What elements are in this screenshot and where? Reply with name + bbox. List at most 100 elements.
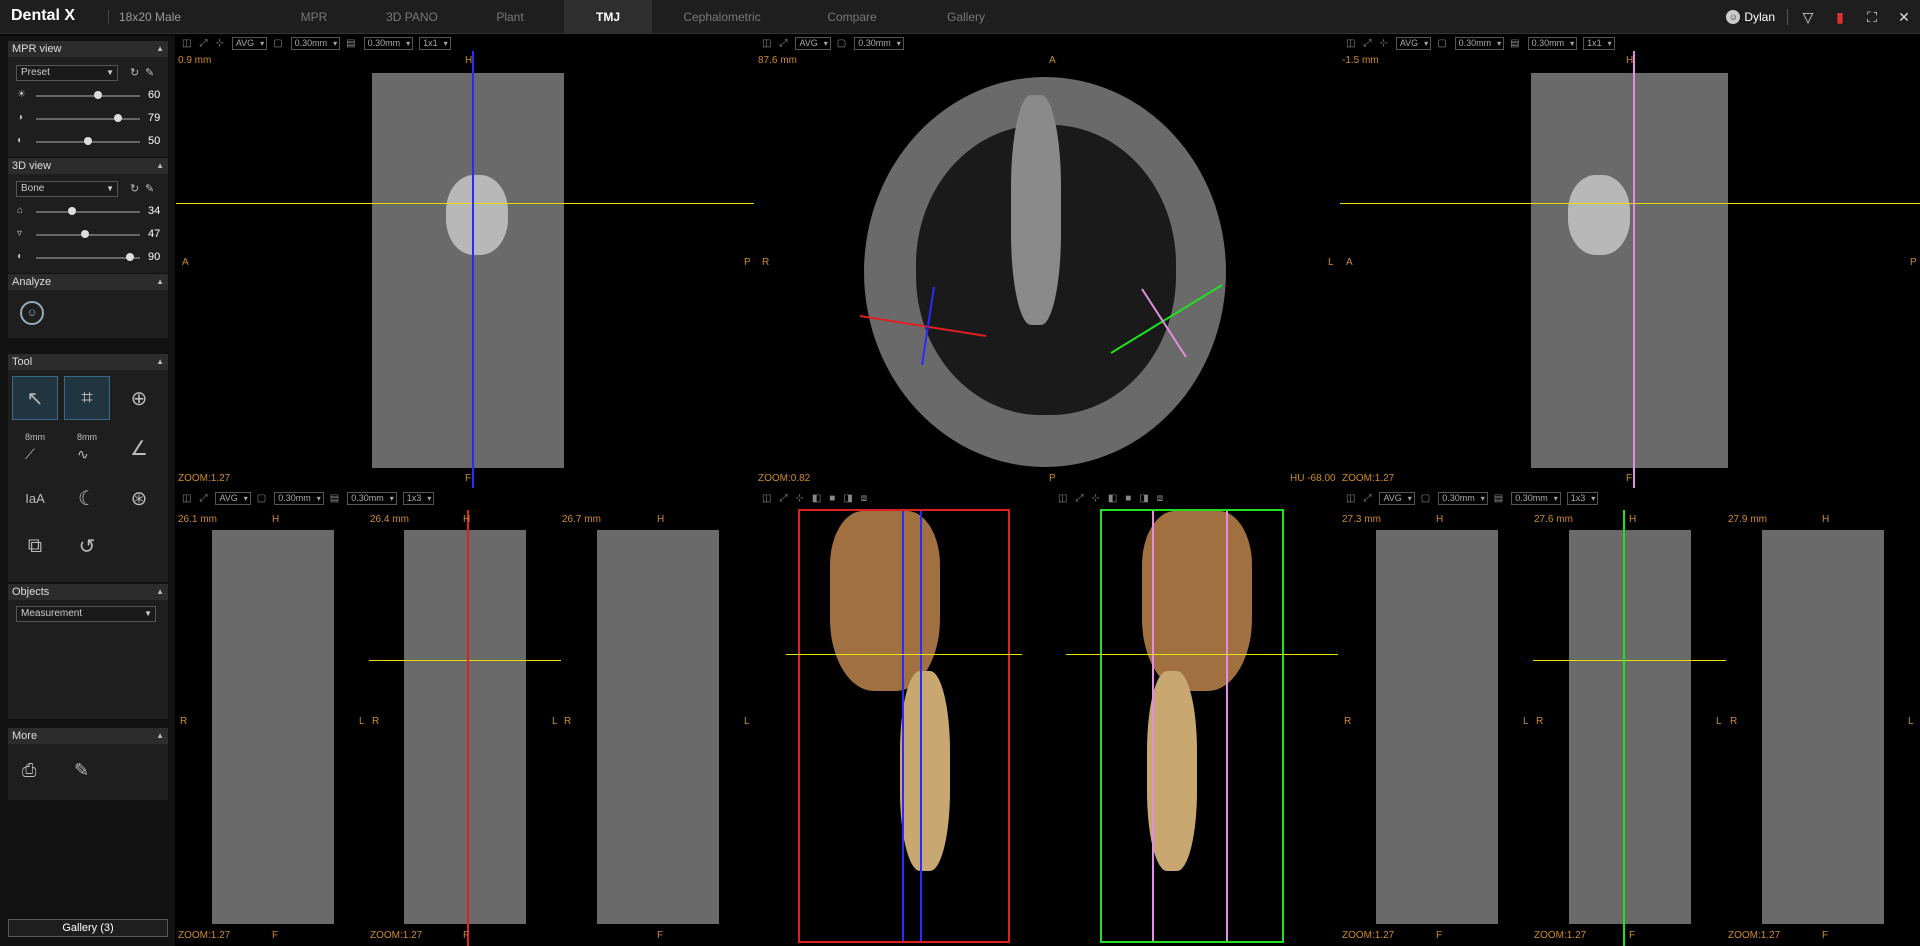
camera-icon[interactable]: ⎙: [22, 760, 36, 781]
edit-icon[interactable]: ✎: [145, 182, 154, 195]
layout-select[interactable]: 1x3: [1566, 491, 1599, 505]
gallery-button[interactable]: Gallery (3): [8, 919, 168, 937]
fullscreen-icon[interactable]: ⛶: [1856, 9, 1888, 26]
cut-back-icon[interactable]: ◨: [1139, 493, 1148, 504]
cut-front-icon[interactable]: ◧: [1108, 493, 1117, 504]
crosshair-tool-button[interactable]: ⌗: [64, 376, 110, 420]
axis-line-horizontal[interactable]: [369, 660, 561, 661]
camera-icon[interactable]: ◫: [1346, 38, 1355, 49]
axis-line-vertical[interactable]: [467, 510, 469, 946]
collapse-icon[interactable]: ▲: [156, 728, 164, 744]
tool-header[interactable]: Tool ▲: [8, 354, 168, 370]
report-icon[interactable]: ✎: [74, 760, 89, 781]
slider-knob[interactable]: [81, 230, 89, 238]
collapse-icon[interactable]: ▲: [156, 354, 164, 370]
layout-select[interactable]: 1x1: [419, 36, 451, 50]
light-slider[interactable]: ◐ 90: [12, 251, 162, 265]
interval-select[interactable]: 0.30mm: [363, 36, 414, 50]
mpr-view-header[interactable]: MPR view ▲: [8, 41, 168, 57]
angle-tool-button[interactable]: ∠: [116, 426, 162, 470]
interval-select[interactable]: 0.30mm: [1511, 491, 1561, 505]
3d-preset-select[interactable]: Bone ▼: [16, 181, 118, 197]
analyze-header[interactable]: Analyze ▲: [8, 274, 168, 290]
collapse-icon[interactable]: ▲: [156, 584, 164, 600]
reset-icon[interactable]: ↻: [130, 182, 139, 195]
measurement-overlay[interactable]: [756, 35, 1338, 488]
objects-header[interactable]: Objects ▲: [8, 584, 168, 600]
axis-line-horizontal[interactable]: [1340, 203, 1920, 204]
layout-select[interactable]: 1x3: [402, 491, 435, 505]
expand-icon[interactable]: ⤢: [1363, 38, 1371, 49]
axis-line-vertical[interactable]: [1623, 510, 1625, 946]
edit-icon[interactable]: ✎: [145, 66, 154, 79]
tab-compare[interactable]: Compare: [792, 0, 912, 34]
text-tool-button[interactable]: IaA: [12, 476, 58, 520]
axis-line-vertical[interactable]: [1633, 51, 1635, 488]
slider-knob[interactable]: [68, 207, 76, 215]
viewport-bottom-right[interactable]: ◫ ⤢ AVG ▢ 0.30mm ▤ 0.30mm 1x3 27.3 mm H F R…: [1340, 490, 1920, 946]
viewport-bottom-center[interactable]: ◫ ⤢ ⊹ ◧ ■ ◨ ⧈ ◫ ⤢ ⊹ ◧ ■ ◨ ⧈: [756, 490, 1338, 946]
cut-box-icon[interactable]: ⧈: [1157, 493, 1163, 504]
axis-line-horizontal[interactable]: [1066, 654, 1338, 655]
thickness-select[interactable]: 0.30mm: [1454, 36, 1505, 50]
camera-icon[interactable]: ◫: [1058, 493, 1067, 504]
interval-select[interactable]: 0.30mm: [1527, 36, 1578, 50]
curve-tool-button[interactable]: 8mm ∿: [64, 426, 110, 470]
thickness-select[interactable]: 0.30mm: [290, 36, 341, 50]
cut-back-icon[interactable]: ◨: [843, 493, 852, 504]
airway-tool-button[interactable]: ⊛: [116, 476, 162, 520]
axis-line-vertical[interactable]: [902, 511, 904, 941]
more-header[interactable]: More ▲: [8, 728, 168, 744]
slider-knob[interactable]: [84, 137, 92, 145]
tab-mpr[interactable]: MPR: [270, 0, 358, 34]
camera-icon[interactable]: ◫: [762, 493, 771, 504]
axis-line-vertical[interactable]: [1152, 511, 1154, 941]
tab-cephalometric[interactable]: Cephalometric: [662, 0, 782, 34]
layout-select[interactable]: 1x1: [1583, 36, 1615, 50]
head-analysis-icon[interactable]: ☺: [20, 301, 44, 325]
expand-icon[interactable]: ⤢: [199, 493, 207, 504]
thickness-select[interactable]: 0.30mm: [274, 491, 324, 505]
viewport-bottom-left[interactable]: ◫ ⤢ AVG ▢ 0.30mm ▤ 0.30mm 1x3 26.1 mm H F R…: [176, 490, 754, 946]
axis-line-horizontal[interactable]: [786, 654, 1022, 655]
crosshair-icon[interactable]: ⊹: [795, 493, 803, 504]
export-tool-button[interactable]: ⧉: [12, 524, 58, 568]
tab-3d-pano[interactable]: 3D PANO: [368, 0, 456, 34]
crosshair-icon[interactable]: ⊹: [215, 38, 223, 49]
slider-knob[interactable]: [114, 114, 122, 122]
3d-view-header[interactable]: 3D view ▲: [8, 158, 168, 174]
crosshair-icon[interactable]: ⊹: [1091, 493, 1099, 504]
expand-icon[interactable]: ⤢: [779, 493, 787, 504]
slider-knob[interactable]: [126, 253, 134, 261]
tab-tmj[interactable]: TMJ: [564, 0, 652, 34]
camera-icon[interactable]: ◫: [182, 493, 191, 504]
axis-line-vertical[interactable]: [472, 51, 474, 488]
thickness-select[interactable]: 0.30mm: [1438, 491, 1488, 505]
tab-gallery[interactable]: Gallery: [922, 0, 1010, 34]
filter-icon[interactable]: ▽: [1792, 9, 1824, 26]
tab-plant[interactable]: Plant: [466, 0, 554, 34]
avg-select[interactable]: AVG: [231, 36, 268, 50]
collapse-icon[interactable]: ▲: [156, 158, 164, 174]
interval-select[interactable]: 0.30mm: [347, 491, 397, 505]
undo-tool-button[interactable]: ↺: [64, 524, 110, 568]
axis-line-horizontal[interactable]: [1533, 660, 1726, 661]
zoom-tool-button[interactable]: ⊕: [116, 376, 162, 420]
mpr-preset-select[interactable]: Preset ▼: [16, 65, 118, 81]
viewport-top-right[interactable]: ◫⤢⊹ AVG ▢0.30mm ▤0.30mm 1x1 -1.5 mm H F …: [1340, 35, 1920, 488]
threshold-slider[interactable]: ▿ 47: [12, 228, 162, 242]
nerve-tool-button[interactable]: ☾: [64, 476, 110, 520]
expand-icon[interactable]: ⤢: [199, 38, 207, 49]
3d-render-left[interactable]: [798, 509, 1010, 943]
camera-icon[interactable]: ◫: [182, 38, 191, 49]
crosshair-icon[interactable]: ⊹: [1379, 38, 1387, 49]
bar-chart-icon[interactable]: ▮: [1824, 9, 1856, 26]
expand-icon[interactable]: ⤢: [1363, 493, 1371, 504]
viewport-top-center[interactable]: ◫⤢ AVG ▢0.30mm 87.6 mm A P R L ZOOM:0.82…: [756, 35, 1338, 488]
avg-select[interactable]: AVG: [215, 491, 251, 505]
slider-knob[interactable]: [94, 91, 102, 99]
collapse-icon[interactable]: ▲: [156, 41, 164, 57]
cut-full-icon[interactable]: ■: [829, 493, 835, 504]
axis-line-horizontal[interactable]: [176, 203, 754, 204]
viewport-top-left[interactable]: ◫ ⤢ ⊹ AVG ▢ 0.30mm ▤ 0.30mm 1x1 0.9 mm H F A…: [176, 35, 754, 488]
